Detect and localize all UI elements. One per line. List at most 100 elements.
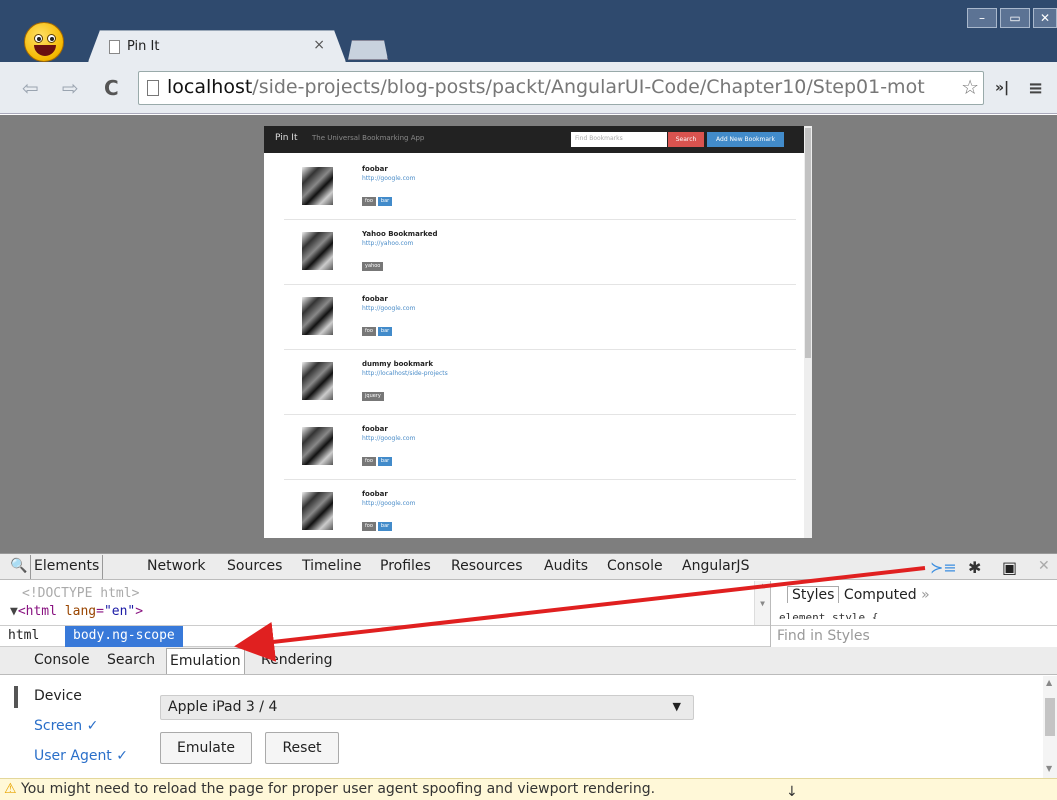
doctype-node[interactable]: <!DOCTYPE html>	[22, 586, 139, 601]
browser-tab[interactable]: Pin It ×	[88, 30, 346, 62]
close-icon[interactable]: ✕	[1038, 558, 1050, 574]
gear-icon[interactable]: ✱	[968, 558, 981, 577]
tag-badge[interactable]: foo	[362, 457, 376, 466]
minimize-button[interactable]: –	[967, 8, 997, 28]
tab-network[interactable]: Network	[147, 558, 205, 574]
breadcrumb-html[interactable]: html	[8, 628, 39, 643]
tag-badge[interactable]: bar	[377, 197, 393, 206]
chevron-down-icon: ▼	[672, 700, 681, 713]
tab-angularjs[interactable]: AngularJS	[682, 558, 749, 574]
search-button[interactable]: Search	[668, 132, 704, 147]
bookmark-link[interactable]: http://google.com	[362, 435, 415, 442]
bookmark-link[interactable]: http://google.com	[362, 305, 415, 312]
selected-indicator	[14, 686, 18, 708]
elements-tree: <!DOCTYPE html> ▼<html lang="en"> ▲ ▼	[0, 581, 770, 626]
html-node[interactable]: ▼<html lang="en">	[10, 604, 143, 619]
bookmark-thumbnail	[302, 492, 333, 530]
bookmark-thumbnail	[302, 167, 333, 205]
inspect-search-icon[interactable]: 🔍	[10, 558, 27, 574]
tag-badge[interactable]: jquery	[362, 392, 384, 401]
elements-scrollbar[interactable]: ▲ ▼	[754, 581, 770, 626]
emulated-device-screen: Pin It The Universal Bookmarking App Fin…	[264, 126, 812, 538]
tag-badge[interactable]: bar	[377, 457, 393, 466]
mouse-cursor-icon: ↓	[786, 784, 798, 800]
app-tagline: The Universal Bookmarking App	[312, 134, 425, 142]
tag-badge[interactable]: foo	[362, 522, 376, 531]
maximize-button[interactable]: ▭	[1000, 8, 1030, 28]
address-bar[interactable]: localhost/side-projects/blog-posts/packt…	[138, 71, 984, 105]
sidebar-item-screen[interactable]: Screen ✓	[34, 718, 98, 734]
bookmark-title: foobar	[362, 295, 388, 303]
menu-icon[interactable]: ≡	[1028, 78, 1043, 99]
window-titlebar: Pin It × – ▭ ✕	[0, 0, 1057, 62]
emoji-avatar-icon	[24, 22, 64, 62]
emulate-button[interactable]: Emulate	[160, 732, 252, 764]
reload-icon[interactable]: C	[104, 76, 119, 100]
drawer-tab-rendering[interactable]: Rendering	[261, 652, 333, 668]
back-arrow-icon[interactable]: ⇦	[22, 76, 39, 100]
list-item: foobar http://google.com foo bar	[284, 417, 796, 480]
bookmark-title: foobar	[362, 165, 388, 173]
bookmark-thumbnail	[302, 362, 333, 400]
bookmark-title: foobar	[362, 425, 388, 433]
bookmark-link[interactable]: http://localhost/side-projects	[362, 370, 448, 377]
list-item: foobar http://google.com foo bar	[284, 157, 796, 220]
bookmark-tags: jquery	[362, 382, 386, 401]
page-scrollbar[interactable]	[804, 126, 812, 538]
bookmark-link[interactable]: http://yahoo.com	[362, 240, 413, 247]
bookmark-tags: foo bar	[362, 512, 394, 531]
close-window-button[interactable]: ✕	[1033, 8, 1057, 28]
bookmark-title: dummy bookmark	[362, 360, 433, 368]
emulation-scrollbar[interactable]: ▲ ▼	[1043, 676, 1057, 778]
tab-audits[interactable]: Audits	[544, 558, 588, 574]
forward-arrow-icon[interactable]: ⇨	[62, 76, 79, 100]
tab-resources[interactable]: Resources	[451, 558, 523, 574]
show-drawer-icon[interactable]: ≻≡	[930, 558, 957, 577]
device-select[interactable]: Apple iPad 3 / 4 ▼	[160, 695, 694, 720]
drawer-tab-emulation[interactable]: Emulation	[166, 648, 245, 674]
new-tab-button[interactable]	[344, 40, 388, 60]
warning-icon: ⚠	[4, 781, 17, 797]
page-icon	[109, 40, 120, 54]
tab-styles[interactable]: Styles	[787, 586, 840, 603]
bookmark-thumbnail	[302, 297, 333, 335]
drawer-tabbar: Console Search Emulation Rendering	[0, 647, 1057, 675]
tag-badge[interactable]: foo	[362, 197, 376, 206]
tag-badge[interactable]: foo	[362, 327, 376, 336]
emulation-pane: Device Screen ✓ User Agent ✓ Apple iPad …	[0, 676, 1057, 778]
bookmark-link[interactable]: http://google.com	[362, 500, 415, 507]
sidebar-item-device[interactable]: Device	[34, 688, 82, 704]
bookmark-tags: foo bar	[362, 317, 394, 336]
tag-badge[interactable]: bar	[377, 327, 393, 336]
tag-badge[interactable]: yahoo	[362, 262, 384, 271]
extensions-overflow-icon[interactable]: »|	[995, 80, 1009, 96]
tab-sources[interactable]: Sources	[227, 558, 282, 574]
tab-close-icon[interactable]: ×	[313, 37, 325, 53]
drawer-tab-search[interactable]: Search	[107, 652, 155, 668]
star-icon[interactable]: ☆	[959, 75, 979, 99]
tag-badge[interactable]: bar	[377, 522, 393, 531]
tab-elements[interactable]: Elements	[30, 555, 104, 579]
tab-computed[interactable]: Computed	[844, 587, 917, 603]
reset-button[interactable]: Reset	[265, 732, 339, 764]
bookmark-tags: yahoo	[362, 252, 385, 271]
more-tabs-icon[interactable]: »	[921, 587, 930, 603]
sidebar-item-user-agent[interactable]: User Agent ✓	[34, 748, 128, 764]
tab-title: Pin It	[127, 39, 160, 54]
list-item: foobar http://google.com foo bar	[284, 287, 796, 350]
drawer-tab-console[interactable]: Console	[34, 652, 90, 668]
breadcrumb-body[interactable]: body.ng-scope	[65, 626, 183, 647]
add-bookmark-button[interactable]: Add New Bookmark	[707, 132, 784, 147]
dock-side-icon[interactable]: ▣	[1002, 558, 1017, 577]
tab-console[interactable]: Console	[607, 558, 663, 574]
bookmark-link[interactable]: http://google.com	[362, 175, 415, 182]
tab-timeline[interactable]: Timeline	[302, 558, 362, 574]
styles-tabbar: Styles Computed »	[787, 586, 930, 603]
find-in-styles-input[interactable]: Find in Styles	[771, 625, 1057, 647]
list-item: Yahoo Bookmarked http://yahoo.com yahoo	[284, 222, 796, 285]
devtools-panel: 🔍 Elements Network Sources Timeline Prof…	[0, 553, 1057, 800]
tab-profiles[interactable]: Profiles	[380, 558, 431, 574]
bookmark-search-input[interactable]: Find Bookmarks	[571, 132, 667, 147]
emulation-sidebar: Device Screen ✓ User Agent ✓	[0, 676, 150, 778]
app-brand[interactable]: Pin It	[275, 133, 297, 143]
